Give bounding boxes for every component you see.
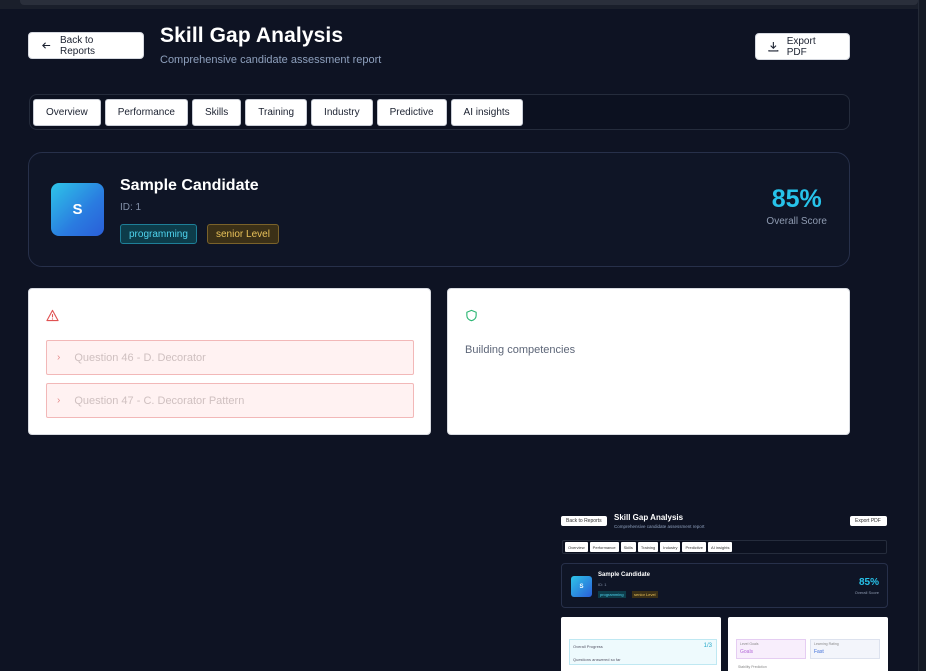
browser-top-bar — [0, 0, 926, 9]
thumb-id: ID: 1 — [598, 582, 607, 587]
thumb-left-panel: Overall Progress 1/3 Questions answered … — [561, 617, 721, 671]
download-icon — [768, 42, 779, 52]
thumb-learning-box: Learning Rating Fast — [810, 639, 880, 659]
candidate-id: ID: 1 — [120, 202, 142, 213]
thumb-progress-sub: Questions answered so far — [573, 657, 621, 662]
list-item[interactable]: › Question 47 - C. Decorator Pattern — [46, 383, 414, 418]
thumb-score-label: Overall Score — [854, 590, 879, 595]
export-pdf-button[interactable]: Export PDF — [755, 33, 850, 60]
thumb-level-badge: senior Level — [632, 591, 658, 598]
tab-ai-insights[interactable]: AI insights — [450, 98, 523, 126]
tab-predictive[interactable]: Predictive — [376, 98, 447, 126]
thumb-extra-label: Stability Prediction — [738, 665, 767, 669]
thumb-right-panel: Level Goals Goals Learning Rating Fast S… — [728, 617, 888, 671]
thumb-progress-box: Overall Progress 1/3 Questions answered … — [569, 639, 717, 665]
list-item[interactable]: › Question 46 - D. Decorator — [46, 340, 414, 375]
thumb-tab: AI insights — [708, 542, 733, 552]
score-value: 85% — [771, 185, 822, 213]
candidate-card: S Sample Candidate ID: 1 programming sen… — [28, 152, 850, 267]
strengths-text: Building competencies — [465, 344, 576, 356]
thumb-progress-label: Overall Progress — [573, 644, 603, 649]
skill-gaps-panel: › Question 46 - D. Decorator › Question … — [28, 288, 431, 435]
thumb-export-button: Export PDF — [850, 516, 887, 526]
arrow-left-icon — [42, 42, 51, 49]
thumb-candidate-card: S Sample Candidate ID: 1 programming sen… — [561, 563, 888, 608]
skill-badge: programming — [120, 224, 197, 244]
thumb-level-label: Level Goals — [740, 642, 759, 646]
thumb-tab: Industry — [660, 542, 681, 552]
thumb-tab: Training — [637, 542, 659, 552]
tab-industry[interactable]: Industry — [311, 98, 373, 126]
page-title: Skill Gap Analysis — [160, 24, 344, 47]
overall-score: 85% Overall Score — [766, 185, 827, 227]
thumb-tab-bar: Overview Performance Skills Training Ind… — [562, 540, 887, 554]
question-label: Question 46 - D. Decorator — [74, 351, 206, 364]
thumb-tab: Predictive — [682, 542, 707, 552]
scrollbar[interactable] — [918, 0, 926, 671]
thumb-back-button: Back to Reports — [561, 516, 607, 526]
thumb-tab: Overview — [565, 542, 588, 552]
thumb-progress-value: 1/3 — [703, 643, 712, 649]
page-subtitle: Comprehensive candidate assessment repor… — [160, 54, 382, 66]
candidate-name: Sample Candidate — [120, 177, 259, 194]
shield-icon — [466, 309, 477, 322]
thumb-tab: Skills — [620, 542, 636, 552]
score-label: Overall Score — [766, 216, 827, 227]
back-to-reports-button[interactable]: Back to Reports — [28, 32, 144, 59]
browser-address-area — [20, 0, 918, 5]
thumb-level-box: Level Goals Goals — [736, 639, 806, 659]
thumb-tab: Performance — [589, 542, 619, 552]
thumb-learning-value: Fast — [814, 649, 824, 655]
tab-performance[interactable]: Performance — [104, 98, 188, 126]
thumb-score: 85% — [858, 577, 879, 588]
export-button-label: Export PDF — [786, 35, 816, 58]
thumb-skill-badge: programming — [598, 591, 626, 598]
tab-training[interactable]: Training — [245, 98, 308, 126]
thumb-name: Sample Candidate — [598, 572, 651, 578]
thumb-learning-label: Learning Rating — [814, 642, 839, 646]
warning-triangle-icon — [46, 309, 59, 322]
chevron-right-icon: › — [57, 395, 61, 406]
level-badge: senior Level — [207, 224, 279, 244]
question-label: Question 47 - C. Decorator Pattern — [74, 394, 245, 407]
thumb-avatar: S — [571, 576, 592, 597]
thumb-subtitle: Comprehensive candidate assessment repor… — [614, 524, 705, 529]
tab-skills[interactable]: Skills — [191, 98, 242, 126]
thumb-title: Skill Gap Analysis — [614, 513, 684, 522]
thumb-export-label: Export PDF — [855, 518, 881, 524]
thumb-back-label: Back to Reports — [566, 518, 602, 524]
avatar: S — [51, 183, 104, 236]
back-button-label: Back to Reports — [59, 34, 95, 57]
thumb-level-value: Goals — [740, 649, 754, 655]
tab-overview[interactable]: Overview — [33, 98, 101, 126]
strengths-panel: Building competencies — [447, 288, 850, 435]
chevron-right-icon: › — [57, 352, 61, 363]
tab-bar: Overview Performance Skills Training Ind… — [29, 94, 850, 130]
page-thumbnail[interactable]: Back to Reports Skill Gap Analysis Compr… — [561, 509, 888, 671]
